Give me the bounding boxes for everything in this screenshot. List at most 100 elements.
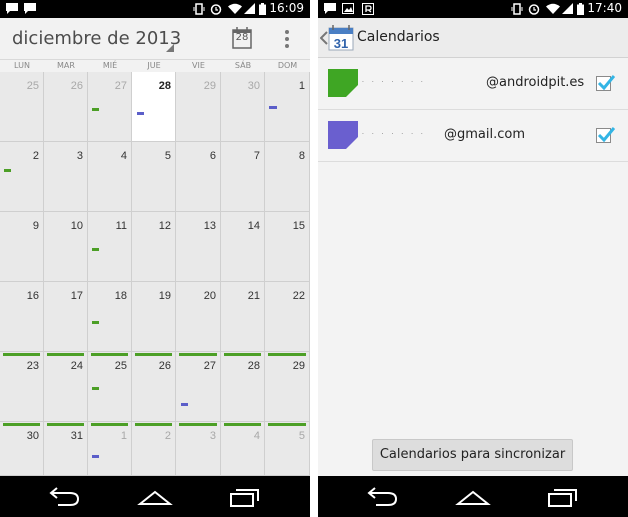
day-cell[interactable]: 13 xyxy=(176,212,221,282)
calendar-color-swatch[interactable] xyxy=(328,121,358,149)
day-cell[interactable]: 21 xyxy=(221,282,265,352)
multi-day-event-bar[interactable] xyxy=(47,353,84,356)
day-cell[interactable]: 14 xyxy=(221,212,265,282)
event-marker[interactable] xyxy=(181,403,188,406)
day-cell[interactable]: 2 xyxy=(132,422,176,476)
multi-day-event-bar[interactable] xyxy=(47,423,84,426)
signal-icon xyxy=(562,3,573,14)
multi-day-event-bar[interactable] xyxy=(179,423,217,426)
back-nav-icon[interactable] xyxy=(360,484,404,510)
day-number: 23 xyxy=(26,360,39,372)
day-cell[interactable]: 4 xyxy=(88,142,132,212)
day-cell[interactable]: 22 xyxy=(265,282,310,352)
day-cell[interactable]: 18 xyxy=(88,282,132,352)
home-nav-icon[interactable] xyxy=(451,484,495,510)
multi-day-event-bar[interactable] xyxy=(3,423,40,426)
day-cell[interactable]: 1 xyxy=(88,422,132,476)
multi-day-event-bar[interactable] xyxy=(224,353,261,356)
day-cell[interactable]: 15 xyxy=(265,212,310,282)
day-cell[interactable]: 2 xyxy=(0,142,44,212)
sync-calendars-button[interactable]: Calendarios para sincronizar xyxy=(372,439,573,471)
day-number: 1 xyxy=(298,80,305,92)
day-number: 7 xyxy=(253,150,260,162)
day-cell-today[interactable]: 28 xyxy=(132,72,176,142)
calendar-account-email: @gmail.com xyxy=(444,127,526,142)
day-cell[interactable]: 9 xyxy=(0,212,44,282)
event-marker[interactable] xyxy=(92,455,99,458)
day-cell[interactable]: 28 xyxy=(221,352,265,422)
day-cell[interactable]: 3 xyxy=(176,422,221,476)
event-marker[interactable] xyxy=(137,112,144,115)
day-cell[interactable]: 25 xyxy=(0,72,44,142)
event-marker[interactable] xyxy=(92,248,99,251)
day-cell[interactable]: 29 xyxy=(176,72,221,142)
weekday-label: JUE xyxy=(147,61,161,70)
day-cell[interactable]: 30 xyxy=(0,422,44,476)
event-marker[interactable] xyxy=(92,387,99,390)
multi-day-event-bar[interactable] xyxy=(268,353,306,356)
day-cell[interactable]: 11 xyxy=(88,212,132,282)
day-number: 3 xyxy=(76,150,83,162)
day-cell[interactable]: 6 xyxy=(176,142,221,212)
month-selector[interactable]: diciembre de 2013 xyxy=(12,28,181,49)
home-nav-icon[interactable] xyxy=(133,484,177,510)
day-number: 30 xyxy=(26,430,39,442)
signal-icon xyxy=(244,3,255,14)
multi-day-event-bar[interactable] xyxy=(91,353,128,356)
back-nav-icon[interactable] xyxy=(42,484,86,510)
day-cell[interactable]: 8 xyxy=(265,142,310,212)
multi-day-event-bar[interactable] xyxy=(135,423,172,426)
multi-day-event-bar[interactable] xyxy=(268,423,306,426)
day-cell[interactable]: 26 xyxy=(44,72,88,142)
day-cell[interactable]: 24 xyxy=(44,352,88,422)
overflow-menu-icon[interactable] xyxy=(284,29,290,49)
multi-day-event-bar[interactable] xyxy=(179,353,217,356)
day-number: 29 xyxy=(203,80,216,92)
calendar-visible-checkbox[interactable] xyxy=(596,127,615,143)
day-cell[interactable]: 29 xyxy=(265,352,310,422)
day-cell[interactable]: 23 xyxy=(0,352,44,422)
day-cell[interactable]: 26 xyxy=(132,352,176,422)
day-cell[interactable]: 12 xyxy=(132,212,176,282)
event-marker[interactable] xyxy=(92,321,99,324)
day-number: 24 xyxy=(70,360,83,372)
checkmark-icon xyxy=(597,75,615,91)
day-cell[interactable]: 3 xyxy=(44,142,88,212)
recents-nav-icon[interactable] xyxy=(540,484,584,510)
day-cell[interactable]: 5 xyxy=(132,142,176,212)
calendar-row[interactable]: · · · · · · · @gmail.com xyxy=(318,110,628,162)
day-cell[interactable]: 16 xyxy=(0,282,44,352)
day-number: 5 xyxy=(298,430,305,442)
day-cell[interactable]: 31 xyxy=(44,422,88,476)
day-number: 2 xyxy=(32,150,39,162)
event-marker[interactable] xyxy=(269,106,277,109)
multi-day-event-bar[interactable] xyxy=(91,423,128,426)
day-cell[interactable]: 20 xyxy=(176,282,221,352)
event-marker[interactable] xyxy=(4,169,11,172)
calendar-color-swatch[interactable] xyxy=(328,69,358,97)
multi-day-event-bar[interactable] xyxy=(224,423,261,426)
wifi-icon xyxy=(228,3,242,14)
event-marker[interactable] xyxy=(92,108,99,111)
app-notification-icon xyxy=(362,3,374,15)
up-chevron-icon[interactable] xyxy=(320,31,328,45)
status-bar: 17:40 xyxy=(318,0,628,18)
recents-nav-icon[interactable] xyxy=(222,484,266,510)
multi-day-event-bar[interactable] xyxy=(135,353,172,356)
calendar-row[interactable]: · · · · · · · @androidpit.es xyxy=(318,58,628,110)
day-cell[interactable]: 4 xyxy=(221,422,265,476)
day-cell[interactable]: 19 xyxy=(132,282,176,352)
day-cell[interactable]: 27 xyxy=(88,72,132,142)
day-cell[interactable]: 10 xyxy=(44,212,88,282)
day-cell[interactable]: 27 xyxy=(176,352,221,422)
day-cell[interactable]: 17 xyxy=(44,282,88,352)
day-cell[interactable]: 30 xyxy=(221,72,265,142)
day-cell[interactable]: 5 xyxy=(265,422,310,476)
calendars-action-bar[interactable]: 31 Calendarios xyxy=(318,18,628,58)
day-number: 21 xyxy=(247,290,260,302)
go-to-today-button[interactable]: 28 xyxy=(232,27,252,49)
calendar-visible-checkbox[interactable] xyxy=(596,75,615,91)
day-cell[interactable]: 7 xyxy=(221,142,265,212)
calendars-screen: 17:40 31 Calendarios · · · · · · · @andro… xyxy=(318,0,628,517)
multi-day-event-bar[interactable] xyxy=(3,353,40,356)
